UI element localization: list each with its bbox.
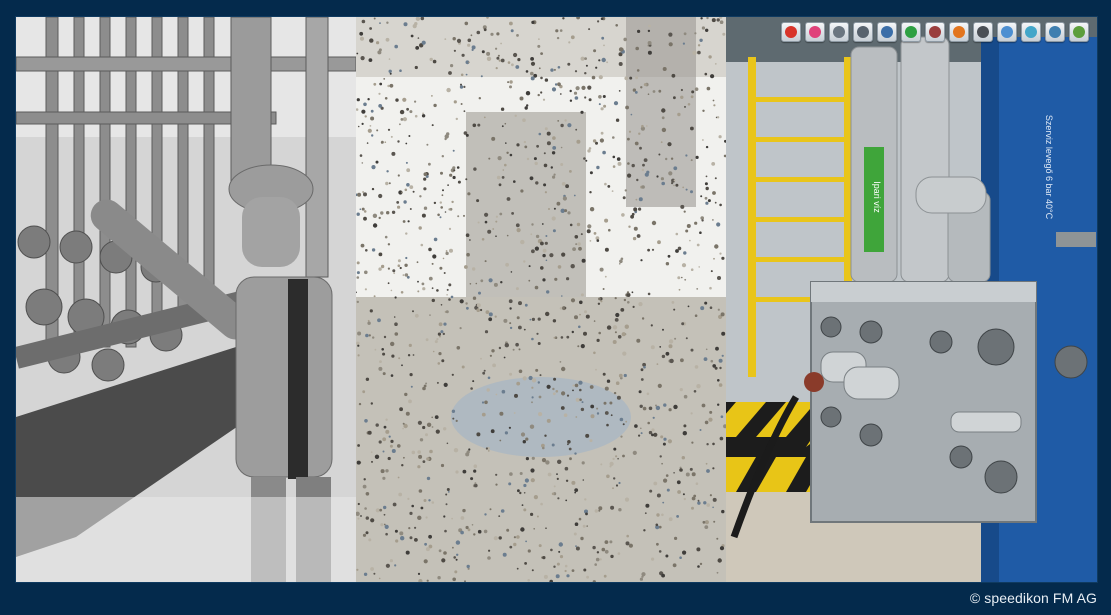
location-pin-button[interactable] <box>781 22 801 42</box>
landscape-image-button[interactable] <box>1021 22 1041 42</box>
location-pin-icon <box>785 26 797 38</box>
layers-green-icon <box>905 26 917 38</box>
panorama-window-button[interactable] <box>997 22 1017 42</box>
photo-panel[interactable]: Ipari víz Szerviz levegő 6 bar 40°C <box>726 17 1097 582</box>
layers-green-button[interactable] <box>901 22 921 42</box>
network-nodes-button[interactable] <box>877 22 897 42</box>
site-photo: Ipari víz Szerviz levegő 6 bar 40°C <box>726 17 1097 582</box>
viewer-frame: Ipari víz Szerviz levegő 6 bar 40°C <box>15 16 1098 583</box>
camera-view-button[interactable] <box>1045 22 1065 42</box>
zoom-search-button[interactable] <box>853 22 873 42</box>
zoom-search-icon <box>857 26 869 38</box>
point-cloud-panel[interactable] <box>356 17 726 582</box>
avatar-person-button[interactable] <box>949 22 969 42</box>
cad-model-panel[interactable] <box>16 17 356 582</box>
point-cloud-render <box>356 17 726 582</box>
measure-tool-button[interactable] <box>925 22 945 42</box>
copyright-notice: © speedikon FM AG <box>969 590 1097 606</box>
panorama-window-icon <box>1001 26 1013 38</box>
green-pipe-label: Ipari víz <box>872 181 882 213</box>
network-nodes-icon <box>881 26 893 38</box>
avatar-person-icon <box>953 26 965 38</box>
camera-view-icon <box>1049 26 1061 38</box>
measure-tool-icon <box>929 26 941 38</box>
edit-pencil-icon <box>1073 26 1085 38</box>
split-view-icon <box>833 26 845 38</box>
slope-tool-button[interactable] <box>973 22 993 42</box>
edit-pencil-button[interactable] <box>1069 22 1089 42</box>
split-view-button[interactable] <box>829 22 849 42</box>
slope-tool-icon <box>977 26 989 38</box>
viewer-toolbar <box>781 22 1089 42</box>
landscape-image-icon <box>1025 26 1037 38</box>
cad-model-render <box>16 17 356 582</box>
multi-marker-button[interactable] <box>805 22 825 42</box>
multi-marker-icon <box>809 26 821 38</box>
blue-pipe-label: Szerviz levegő 6 bar 40°C <box>1044 115 1054 220</box>
